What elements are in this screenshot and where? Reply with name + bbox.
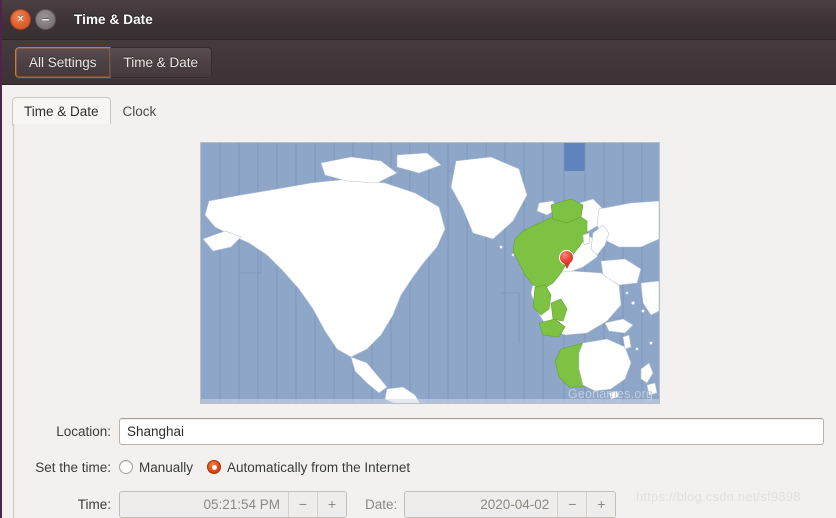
window-titlebar: × − Time & Date bbox=[0, 0, 836, 40]
set-time-label: Set the time: bbox=[35, 459, 111, 475]
date-increment-button[interactable]: + bbox=[586, 491, 616, 517]
radio-automatic-internet-label: Automatically from the Internet bbox=[227, 459, 411, 475]
window-title: Time & Date bbox=[74, 12, 153, 27]
tab-strip: Time & Date Clock bbox=[12, 96, 836, 126]
time-decrement-button[interactable]: − bbox=[288, 491, 317, 517]
location-input[interactable]: Shanghai bbox=[119, 417, 824, 445]
close-icon[interactable]: × bbox=[10, 9, 31, 30]
time-input[interactable]: 05:21:54 PM bbox=[120, 491, 288, 517]
time-spinner[interactable]: 05:21:54 PM − + bbox=[119, 490, 347, 518]
radio-manually-indicator[interactable] bbox=[119, 460, 133, 474]
time-increment-button[interactable]: + bbox=[317, 491, 346, 517]
all-settings-button[interactable]: All Settings bbox=[15, 47, 111, 78]
location-label: Location: bbox=[56, 423, 111, 439]
world-map-graphic bbox=[201, 143, 659, 403]
time-and-date-window: × − Time & Date All Settings Time & Date… bbox=[0, 0, 836, 518]
watermark-text: https://blog.csdn.net/sf9898 bbox=[636, 489, 801, 504]
date-label: Date: bbox=[365, 496, 398, 512]
tab-time-and-date[interactable]: Time & Date bbox=[12, 97, 111, 126]
close-glyph: × bbox=[17, 13, 24, 25]
window-left-edge bbox=[0, 0, 2, 40]
time-and-date-panel: Geonames.org Location: Shanghai Set the … bbox=[13, 124, 836, 518]
time-label: Time: bbox=[77, 496, 111, 512]
minimize-glyph: − bbox=[41, 12, 50, 27]
radio-automatic-internet-indicator[interactable] bbox=[207, 460, 222, 474]
toolbar: All Settings Time & Date bbox=[0, 40, 836, 85]
minimize-icon[interactable]: − bbox=[35, 9, 56, 30]
radio-manually[interactable]: Manually bbox=[119, 460, 193, 475]
date-spinner[interactable]: 2020-04-02 − + bbox=[404, 490, 617, 518]
radio-automatic-internet[interactable]: Automatically from the Internet bbox=[207, 460, 410, 475]
radio-manually-label: Manually bbox=[139, 459, 194, 475]
content-area: Time & Date Clock Geonames.org Location:… bbox=[0, 85, 836, 518]
toolbar-button-group: All Settings Time & Date bbox=[15, 47, 213, 78]
content-left-edge bbox=[0, 85, 2, 518]
set-time-row: Set the time: Manually Automatically fro… bbox=[14, 456, 836, 478]
current-panel-button[interactable]: Time & Date bbox=[110, 47, 213, 78]
tab-clock[interactable]: Clock bbox=[111, 96, 169, 125]
timezone-map[interactable]: Geonames.org bbox=[200, 142, 660, 404]
toolbar-left-edge bbox=[0, 40, 2, 85]
date-input[interactable]: 2020-04-02 bbox=[405, 491, 558, 517]
radio-selected-dot bbox=[211, 464, 217, 470]
map-attribution: Geonames.org bbox=[567, 387, 653, 401]
date-decrement-button[interactable]: − bbox=[557, 491, 587, 517]
location-row: Location: Shanghai bbox=[14, 417, 836, 445]
